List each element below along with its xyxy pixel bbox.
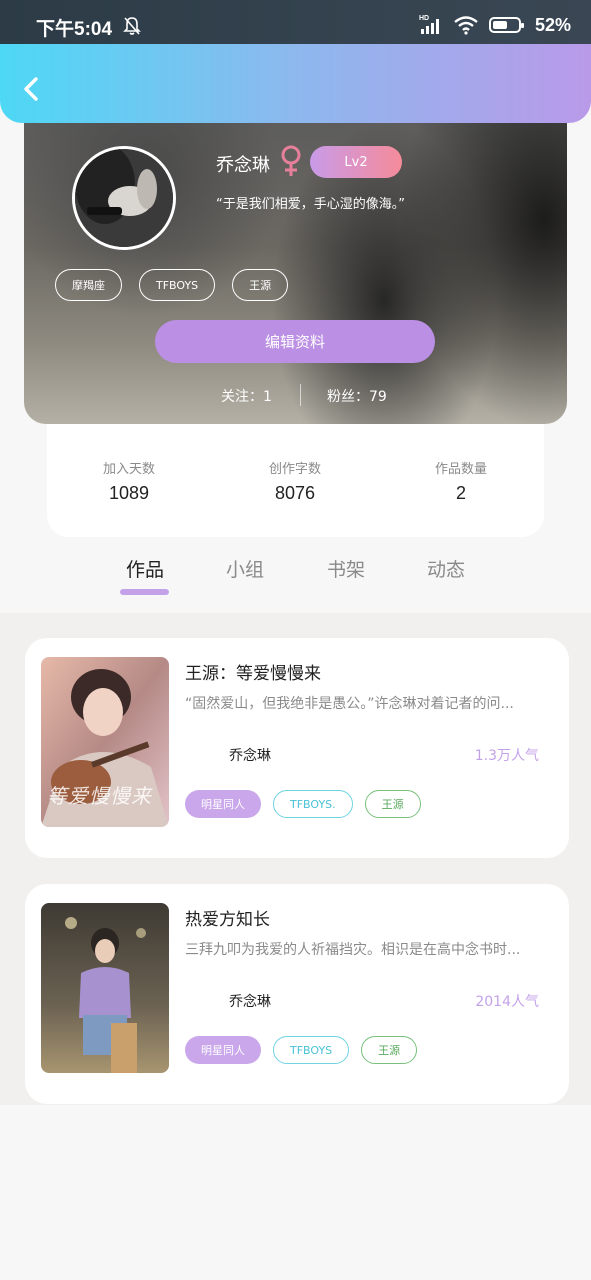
battery-icon	[488, 17, 524, 33]
status-icons: HD 52%	[419, 14, 571, 36]
avatar[interactable]	[72, 146, 176, 250]
stat-label: 创作字数	[268, 462, 321, 477]
wifi-icon	[454, 16, 478, 35]
work-cover	[41, 903, 169, 1073]
signal-icon: HD	[419, 15, 439, 34]
work-author: 乔念琳	[229, 994, 271, 1010]
tab-bookshelf[interactable]: 书架	[327, 555, 365, 582]
work-tags: 明星同人 TFBOYS. 王源	[185, 790, 421, 818]
work-title: 热爱方知长	[185, 910, 270, 930]
work-description: 三拜九叩为我爱的人祈福挡灾。相识是在高中念书时...	[185, 942, 521, 958]
work-tag[interactable]: 明星同人	[185, 1036, 261, 1064]
cover-image	[41, 903, 169, 1073]
profile-tag[interactable]: TFBOYS	[139, 269, 216, 301]
profile-tag[interactable]: 王源	[232, 269, 289, 301]
profile-tags: 摩羯座 TFBOYS 王源	[55, 269, 289, 301]
work-tag[interactable]: 王源	[361, 1036, 418, 1064]
stat-value: 8076	[274, 483, 316, 503]
profile-motto: “于是我们相爱，手心湿的像海。”	[216, 197, 405, 212]
work-description: “固然爱山，但我绝非是愚公。”许念琳对着记者的问...	[185, 696, 514, 712]
stat-works-count: 作品数量 2	[401, 458, 521, 504]
tab-indicator	[120, 589, 169, 595]
back-button[interactable]	[20, 74, 44, 104]
level-badge: Lv2	[310, 146, 402, 178]
stat-value: 1089	[108, 483, 150, 503]
tab-activity[interactable]: 动态	[427, 555, 465, 582]
edit-profile-button[interactable]: 编辑资料	[155, 320, 435, 363]
divider	[300, 384, 301, 406]
work-tag[interactable]: TFBOYS.	[273, 790, 353, 818]
svg-text:HD: HD	[419, 15, 429, 22]
work-tag[interactable]: 明星同人	[185, 790, 261, 818]
work-card[interactable]: 等爱慢慢来 王源：等爱慢慢来 “固然爱山，但我绝非是愚公。”许念琳对着记者的问.…	[25, 638, 569, 858]
bell-off-icon	[123, 17, 141, 35]
work-tags: 明星同人 TFBOYS 王源	[185, 1036, 418, 1064]
tab-works[interactable]: 作品	[126, 555, 164, 582]
work-card[interactable]: 热爱方知长 三拜九叩为我爱的人祈福挡灾。相识是在高中念书时... 乔念琳 201…	[25, 884, 569, 1104]
header-bar	[0, 44, 591, 123]
work-author: 乔念琳	[229, 748, 271, 764]
profile-card: 乔念琳 Lv2 “于是我们相爱，手心湿的像海。” 摩羯座 TFBOYS 王源 编…	[24, 100, 567, 424]
fans-count[interactable]: 粉丝：79	[327, 386, 387, 406]
work-popularity: 1.3万人气	[474, 748, 539, 764]
avatar-image	[75, 149, 173, 247]
profile-tag[interactable]: 摩羯座	[55, 269, 122, 301]
cover-text: 等爱慢慢来	[47, 784, 152, 808]
follow-row: 关注：1 粉丝：79	[24, 384, 567, 406]
work-title: 王源：等爱慢慢来	[185, 664, 321, 684]
stat-label: 作品数量	[434, 462, 487, 477]
work-cover: 等爱慢慢来	[41, 657, 169, 827]
works-list: 等爱慢慢来 王源：等爱慢慢来 “固然爱山，但我绝非是愚公。”许念琳对着记者的问.…	[0, 613, 591, 1105]
work-popularity: 2014人气	[475, 994, 539, 1010]
female-icon	[281, 145, 301, 176]
work-tag[interactable]: 王源	[364, 790, 421, 818]
battery-percent: 52%	[534, 14, 571, 35]
stat-join-days: 加入天数 1089	[69, 458, 189, 504]
stat-label: 加入天数	[102, 462, 155, 477]
tab-groups[interactable]: 小组	[226, 555, 264, 582]
status-time: 下午5:04	[36, 19, 113, 40]
tab-bar: 作品 小组 书架 动态	[0, 555, 591, 613]
stat-word-count: 创作字数 8076	[235, 458, 355, 504]
stat-value: 2	[455, 483, 466, 503]
work-tag[interactable]: TFBOYS	[273, 1036, 350, 1064]
profile-name: 乔念琳	[216, 155, 270, 176]
following-count[interactable]: 关注：1	[221, 386, 272, 406]
